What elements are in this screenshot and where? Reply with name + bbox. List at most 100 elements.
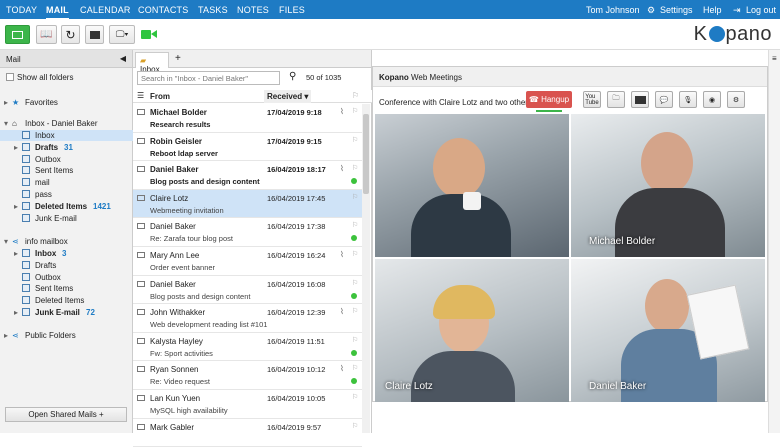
mail-row[interactable]: Ryan Sonnen Re: Video request 16/04/2019 1… <box>133 361 362 390</box>
store-info-mailbox[interactable]: ▾ ⋖ info mailbox <box>0 236 133 247</box>
microphone-button[interactable]: 🎙 <box>679 91 697 108</box>
folder-item[interactable]: Drafts <box>0 260 133 271</box>
flag-icon[interactable]: ⚐ <box>352 422 358 430</box>
flag-icon[interactable]: ⚐ <box>352 193 358 201</box>
video-call-button[interactable] <box>140 25 158 44</box>
envelope-icon <box>137 252 145 258</box>
scroll-thumb[interactable] <box>363 114 369 194</box>
public-folders-node[interactable]: ▸ ⋖ Public Folders <box>0 330 133 341</box>
flag-icon[interactable]: ⚐ <box>352 393 358 401</box>
mail-subject: Blog posts and design content <box>150 177 260 187</box>
mail-row[interactable]: Kalysta Hayley Fw: Sport activities 16/04/… <box>133 333 362 362</box>
address-book-button[interactable]: 📖 <box>36 25 57 44</box>
flag-icon[interactable]: ⚐ <box>352 136 358 144</box>
help-link[interactable]: Help <box>703 5 722 15</box>
flag-icon[interactable]: ⚐ <box>352 307 358 315</box>
expand-icon[interactable]: ▸ <box>14 249 18 258</box>
show-all-folders[interactable]: Show all folders <box>0 72 133 83</box>
settings-button[interactable]: ⚙ <box>727 91 745 108</box>
expand-icon[interactable]: ▸ <box>14 308 18 317</box>
col-received[interactable]: Received ▾ <box>264 90 312 103</box>
search-input[interactable]: Search in "Inbox - Daniel Baker" <box>137 71 280 85</box>
mail-row[interactable]: Robin Geisler Reboot ldap server 17/04/201… <box>133 133 362 162</box>
search-icon[interactable]: ⚲ <box>289 71 296 82</box>
favorites-node[interactable]: ▸ ★ Favorites <box>0 97 133 108</box>
nav-tab-calendar[interactable]: CALENDAR <box>80 5 131 15</box>
collapse-icon[interactable]: ◀ <box>120 54 126 63</box>
camera-view-button[interactable]: ◉ <box>703 91 721 108</box>
expand-icon[interactable]: ▸ <box>14 202 18 211</box>
mail-row[interactable]: Mary Ann Lee Order event banner 16/04/2019… <box>133 247 362 276</box>
open-shared-mails-button[interactable]: Open Shared Mails + <box>5 407 127 422</box>
expand-icon[interactable]: ▸ <box>14 143 18 152</box>
flag-icon[interactable]: ⚐ <box>352 164 358 172</box>
flag-icon[interactable]: ⚐ <box>352 250 358 258</box>
expand-icon[interactable]: ▸ <box>4 98 8 107</box>
mail-row[interactable]: Claire Lotz Webmeeting invitation 16/04/20… <box>133 189 362 219</box>
folder-item[interactable]: Outbox <box>0 272 133 283</box>
category-dot[interactable] <box>351 349 357 356</box>
folder-item[interactable]: ▸ Drafts 31 <box>0 142 133 153</box>
mail-list-scrollbar[interactable] <box>362 104 370 433</box>
logout-icon[interactable]: ⇥ <box>733 5 741 16</box>
category-dot[interactable] <box>351 292 357 299</box>
add-tab-button[interactable]: + <box>175 53 181 64</box>
youtube-button[interactable]: You Tube <box>583 91 601 108</box>
folder-item[interactable]: Sent Items <box>0 165 133 176</box>
tab-inbox[interactable]: ▰ Inbox <box>135 52 169 74</box>
store-label: Inbox - Daniel Baker <box>25 119 98 128</box>
col-from[interactable]: From <box>150 92 170 101</box>
flag-icon[interactable]: ⚐ <box>352 221 358 229</box>
mail-row[interactable]: John Withakker Web development reading li… <box>133 304 362 333</box>
flag-icon[interactable]: ⚐ <box>352 107 358 115</box>
user-name[interactable]: Tom Johnson <box>586 5 640 15</box>
expand-icon[interactable]: ▸ <box>4 331 8 340</box>
mail-row[interactable]: Daniel Baker Blog posts and design conten… <box>133 276 362 305</box>
nav-tab-today[interactable]: TODAY <box>6 5 37 15</box>
folder-item[interactable]: Sent Items <box>0 283 133 294</box>
folder-item[interactable]: Outbox <box>0 154 133 165</box>
mail-row[interactable]: Daniel Baker Blog posts and design conten… <box>133 161 362 190</box>
mail-row[interactable]: Michael Bolder Research results 17/04/2019… <box>133 104 362 133</box>
category-dot[interactable] <box>351 378 357 385</box>
screenshare-button[interactable] <box>631 91 649 108</box>
sort-icon[interactable]: ☰ <box>137 91 144 100</box>
collapse-tree-icon[interactable]: ▾ <box>4 119 8 128</box>
folder-item[interactable]: ▸ Junk E-mail 72 <box>0 307 133 318</box>
flag-icon[interactable]: ⚐ <box>352 279 358 287</box>
gear-icon[interactable]: ⚙ <box>647 5 655 16</box>
mail-row[interactable]: Daniel Baker Re: Zarafa tour blog post 16/… <box>133 218 362 247</box>
nav-tab-mail[interactable]: MAIL <box>46 5 69 20</box>
refresh-button[interactable]: ↻ <box>61 25 80 44</box>
collapse-tree-icon[interactable]: ▾ <box>4 237 8 246</box>
print-button[interactable] <box>85 25 104 44</box>
folder-item[interactable]: ▸ Inbox 3 <box>0 248 133 259</box>
category-dot[interactable] <box>351 178 357 185</box>
nav-tab-tasks[interactable]: TASKS <box>198 5 228 15</box>
folder-item[interactable]: Deleted Items <box>0 295 133 306</box>
view-button[interactable]: 🖵▾ <box>109 25 135 44</box>
hangup-button[interactable]: ☎ Hangup <box>526 91 572 108</box>
junk-icon <box>22 213 30 222</box>
folder-item[interactable]: pass <box>0 189 133 200</box>
settings-link[interactable]: Settings <box>660 5 693 15</box>
nav-tab-notes[interactable]: NOTES <box>237 5 269 15</box>
chat-button[interactable]: 💬 <box>655 91 673 108</box>
new-mail-button[interactable] <box>5 25 30 44</box>
folder-item[interactable]: Junk E-mail <box>0 213 133 224</box>
menu-icon[interactable]: ≡ <box>772 54 777 63</box>
folder-button[interactable]: 🗀 <box>607 91 625 108</box>
category-dot[interactable] <box>351 235 357 242</box>
logout-link[interactable]: Log out <box>746 5 776 15</box>
nav-tab-contacts[interactable]: CONTACTS <box>138 5 188 15</box>
folder-item[interactable]: Inbox <box>0 130 133 141</box>
mail-row[interactable]: Lan Kun Yuen MySQL high availability 16/04… <box>133 390 362 419</box>
nav-tab-files[interactable]: FILES <box>279 5 305 15</box>
checkbox[interactable] <box>6 73 14 81</box>
flag-icon[interactable]: ⚐ <box>352 364 358 372</box>
flag-icon[interactable]: ⚐ <box>352 336 358 344</box>
folder-item[interactable]: ▸ Deleted Items 1421 <box>0 201 133 212</box>
store-daniel-baker[interactable]: ▾ ⌂ Inbox - Daniel Baker <box>0 118 133 129</box>
folder-item[interactable]: mail <box>0 177 133 188</box>
drafts-icon <box>22 260 30 269</box>
